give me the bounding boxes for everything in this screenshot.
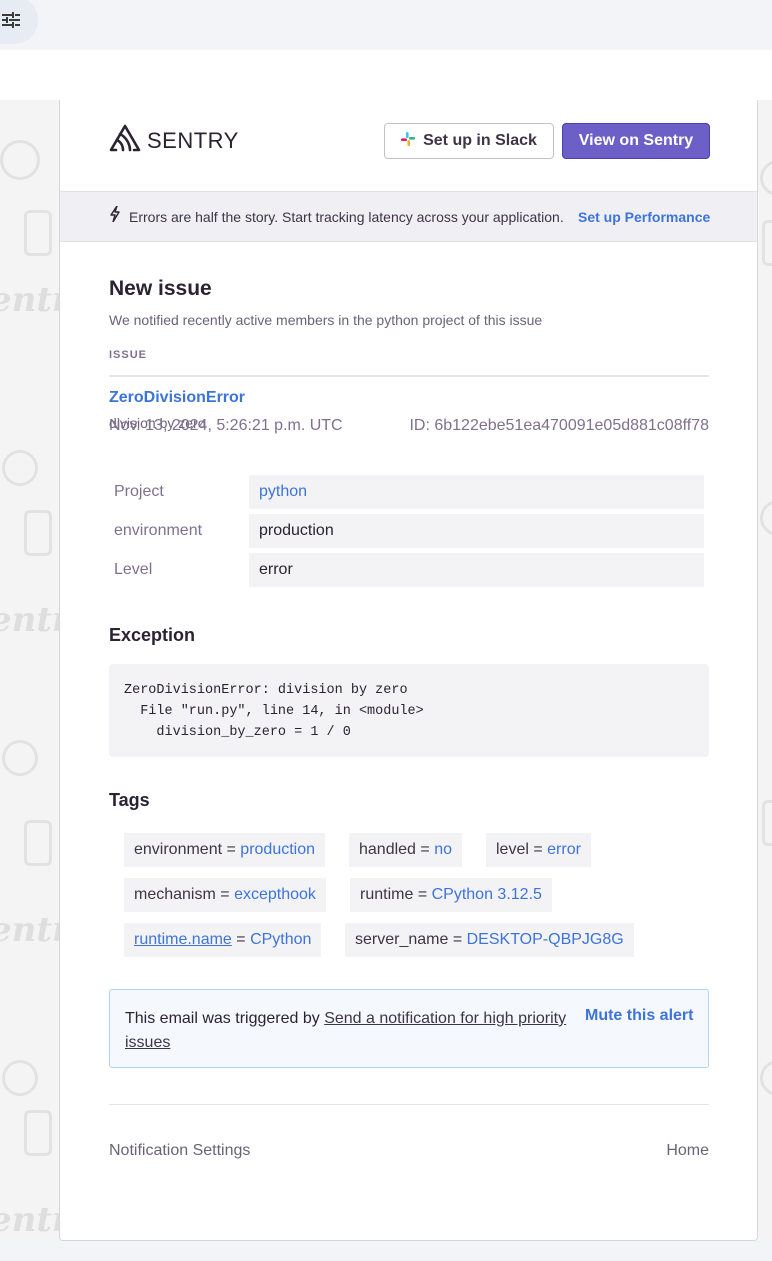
tag-key: handled xyxy=(359,841,416,858)
performance-banner: Errors are half the story. Start trackin… xyxy=(60,191,757,242)
tag-value-link[interactable]: no xyxy=(434,841,452,858)
detail-row: Project python xyxy=(109,475,709,509)
tag-item: mechanism = excepthook xyxy=(124,878,326,912)
tag-value-link[interactable]: DESKTOP-QBPJG8G xyxy=(467,931,624,948)
tag-separator: = xyxy=(236,931,246,948)
sentry-logo-icon xyxy=(109,124,141,157)
exception-heading: Exception xyxy=(109,625,196,645)
setup-performance-link[interactable]: Set up Performance xyxy=(578,209,710,225)
email-card: SENTRY Set up in Slack View on Sentry Er… xyxy=(59,100,758,1241)
notice-prefix: This email was triggered by xyxy=(125,1010,320,1027)
tag-key: environment xyxy=(134,841,223,858)
tag-value-link[interactable]: CPython 3.12.5 xyxy=(432,886,542,903)
tag-separator: = xyxy=(226,841,236,858)
tag-value-link[interactable]: excepthook xyxy=(234,886,316,903)
top-toolbar xyxy=(0,0,772,50)
tags-heading: Tags xyxy=(109,790,150,810)
slack-icon xyxy=(401,131,416,151)
tag-key-link[interactable]: runtime.name xyxy=(134,931,232,948)
issue-title-link[interactable]: ZeroDivisionError xyxy=(109,389,245,407)
tag-item: handled = no xyxy=(349,833,462,867)
detail-value: production xyxy=(249,514,704,548)
tag-separator: = xyxy=(417,886,428,903)
tag-item: runtime = CPython 3.12.5 xyxy=(350,878,552,912)
tag-item: runtime.name = CPython xyxy=(124,923,322,957)
tag-value-link[interactable]: error xyxy=(547,841,581,858)
page-subtitle: We notified recently active members in t… xyxy=(109,312,543,328)
detail-key: environment xyxy=(114,522,203,539)
notification-settings-link[interactable]: Notification Settings xyxy=(109,1142,250,1160)
tag-separator: = xyxy=(420,841,430,858)
home-link[interactable]: Home xyxy=(666,1142,709,1160)
issue-id: ID: 6b122ebe51ea470091e05d881c08ff78 xyxy=(409,417,709,434)
email-header: SENTRY Set up in Slack View on Sentry xyxy=(60,100,757,191)
detail-row: environment production xyxy=(109,514,709,548)
sentry-logo[interactable]: SENTRY xyxy=(109,124,239,157)
detail-value: error xyxy=(249,553,704,587)
issue-section-label: ISSUE xyxy=(109,349,148,361)
detail-row: Level error xyxy=(109,553,709,587)
tag-item: environment = production xyxy=(124,833,326,867)
lightning-icon xyxy=(109,205,121,225)
filter-button[interactable] xyxy=(0,0,38,44)
setup-slack-label: Set up in Slack xyxy=(423,132,537,149)
banner-message: Errors are half the story. Start trackin… xyxy=(129,209,564,225)
tag-key: server_name xyxy=(355,931,449,948)
sliders-icon xyxy=(2,12,20,28)
divider xyxy=(109,375,709,377)
tag-separator: = xyxy=(452,931,463,948)
mute-alert-link[interactable]: Mute this alert xyxy=(585,1007,693,1025)
project-link[interactable]: python xyxy=(249,475,704,509)
page-title: New issue xyxy=(109,277,212,300)
tag-item: level = error xyxy=(486,833,591,867)
exception-trace: ZeroDivisionError: division by zero File… xyxy=(109,664,709,757)
tag-key: mechanism xyxy=(134,886,216,903)
tag-value-link[interactable]: CPython xyxy=(250,931,311,948)
subheader-bar xyxy=(0,50,772,101)
tag-value-link[interactable]: production xyxy=(240,841,315,858)
footer-divider xyxy=(109,1104,709,1105)
tag-item: server_name = DESKTOP-QBPJG8G xyxy=(345,923,634,957)
detail-key: Level xyxy=(114,561,153,578)
brand-name: SENTRY xyxy=(147,127,239,153)
tag-separator: = xyxy=(220,886,230,903)
bottom-strip xyxy=(0,1245,772,1261)
view-on-sentry-button[interactable]: View on Sentry xyxy=(562,123,710,159)
detail-key: Project xyxy=(114,483,164,500)
issue-timestamp: Nov. 13, 2024, 5:26:21 p.m. UTC xyxy=(109,417,343,434)
setup-slack-button[interactable]: Set up in Slack xyxy=(384,123,554,159)
alert-notice: This email was triggered by Send a notif… xyxy=(109,989,709,1068)
tag-key: level xyxy=(496,841,529,858)
tag-key: runtime xyxy=(360,886,414,903)
notice-text: This email was triggered by Send a notif… xyxy=(125,1007,575,1055)
tag-separator: = xyxy=(533,841,543,858)
